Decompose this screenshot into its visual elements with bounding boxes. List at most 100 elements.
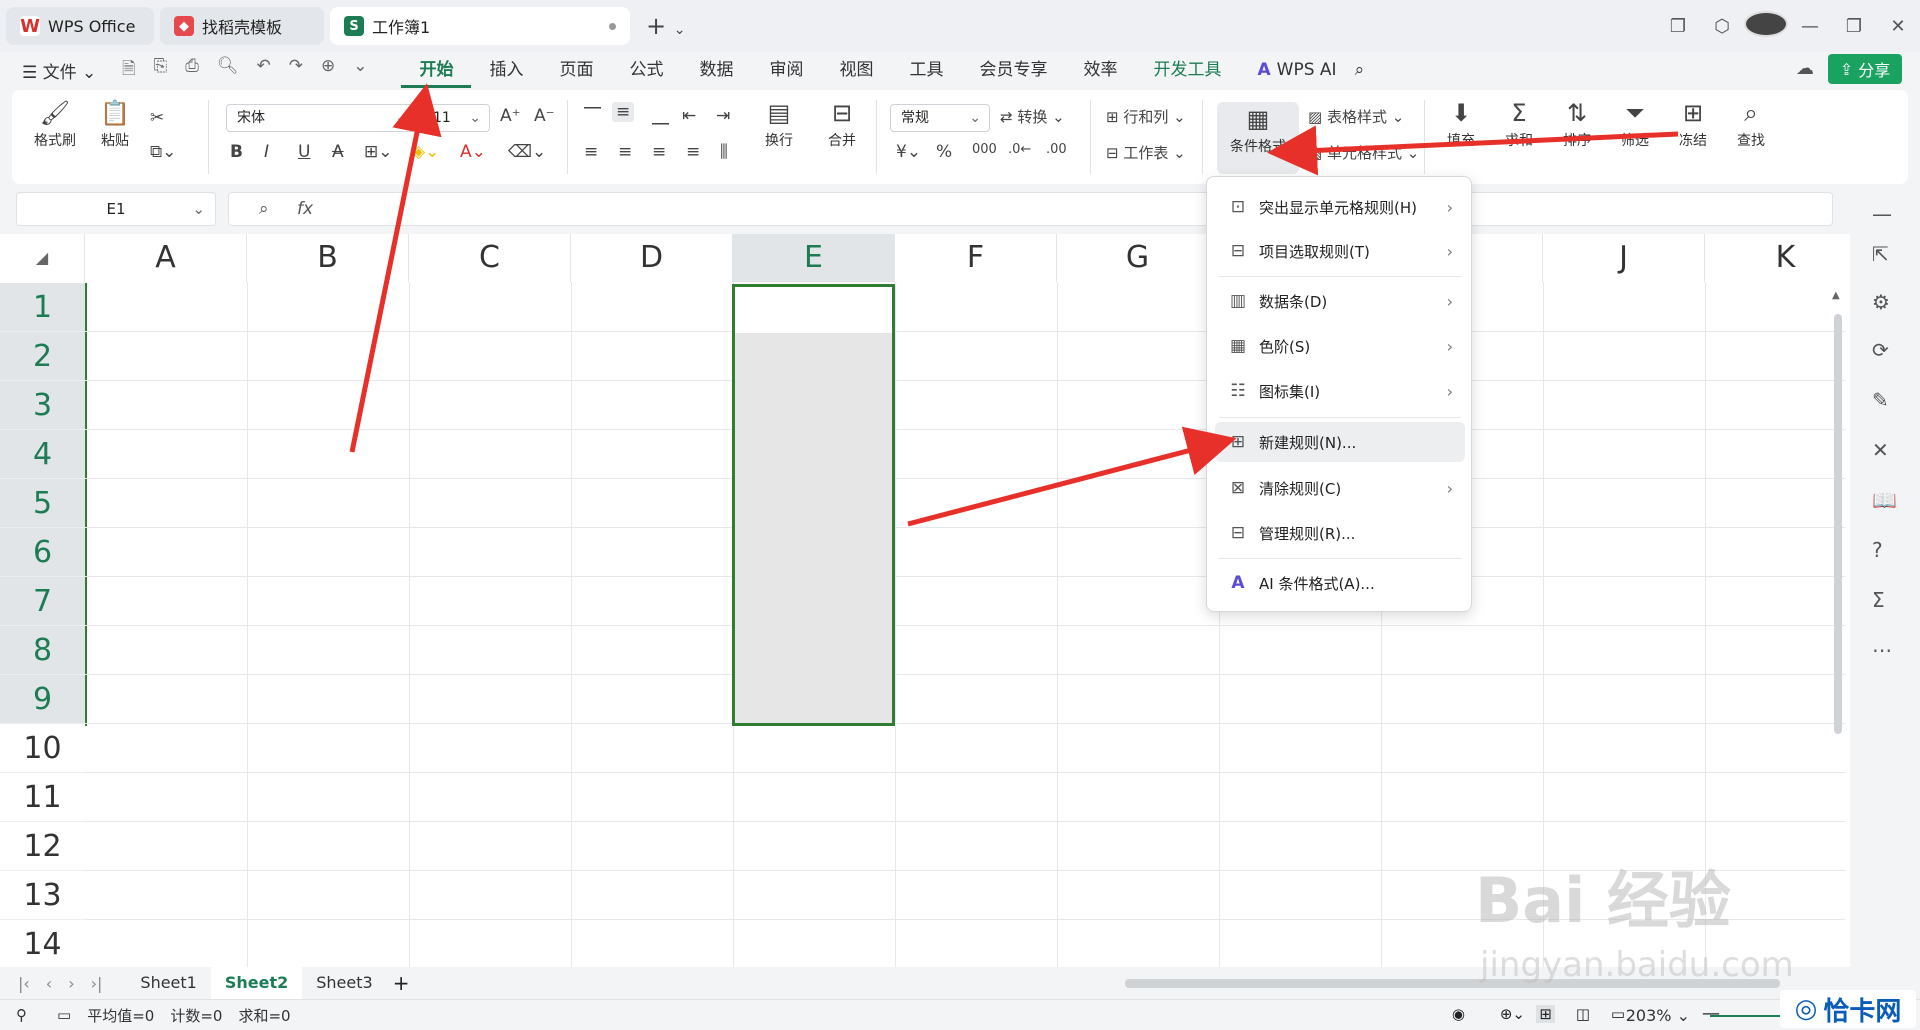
conditional-format-button[interactable]: ▦ 条件格式	[1217, 102, 1299, 174]
sheet-tab-2[interactable]: Sheet2	[210, 967, 303, 999]
ai-helper-icon[interactable]: ✎	[1872, 388, 1889, 412]
menu-view[interactable]: 视图	[821, 52, 891, 88]
vertical-scrollbar[interactable]: ▲ ▼	[1832, 284, 1844, 964]
decimal-decrease-icon[interactable]: .00	[1046, 142, 1067, 157]
bold-icon[interactable]: B	[230, 142, 243, 162]
add-sheet-button[interactable]: +	[393, 971, 410, 995]
macro-icon[interactable]: ⚲	[16, 1006, 27, 1024]
avatar[interactable]	[1744, 10, 1788, 42]
align-middle-icon[interactable]: ≡	[612, 102, 635, 122]
print-icon[interactable]: ⎙	[185, 56, 199, 85]
menu-item-new-rule[interactable]: ⊞ 新建规则(N)...	[1215, 422, 1465, 462]
justify-icon[interactable]: ≡	[686, 142, 700, 162]
export-icon[interactable]: ⎘	[154, 56, 168, 85]
menu-formula[interactable]: 公式	[611, 52, 681, 88]
align-top-icon[interactable]: ⎺	[584, 106, 601, 126]
row-header-selected[interactable]: 2	[0, 332, 85, 381]
border-icon[interactable]: ⊞⌄	[364, 142, 393, 162]
tab-wps-office[interactable]: W WPS Office	[6, 7, 154, 45]
menu-item-top-bottom[interactable]: ⊟ 项目选取规则(T) ›	[1215, 231, 1465, 271]
row-header-selected[interactable]: 7	[0, 577, 85, 626]
name-box[interactable]: E1 ⌄	[16, 192, 216, 226]
currency-icon[interactable]: ¥⌄	[896, 142, 921, 162]
active-cell-e1[interactable]	[735, 287, 892, 333]
menu-review[interactable]: 审阅	[751, 52, 821, 88]
column-header[interactable]: F	[895, 234, 1057, 282]
align-bottom-icon[interactable]: ⎽	[652, 106, 669, 126]
column-header[interactable]: K	[1705, 234, 1850, 282]
align-right-icon[interactable]: ≡	[652, 142, 666, 162]
font-size-select[interactable]: 11 ⌄	[422, 104, 490, 132]
sum-button[interactable]: Σ 求和	[1494, 96, 1544, 150]
sheet-view-icon[interactable]: ▭	[57, 1006, 71, 1024]
next-sheet-icon[interactable]: ›	[68, 974, 74, 993]
zoom-level[interactable]: 203% ⌄	[1626, 1006, 1690, 1025]
tab-docer[interactable]: ◆ 找稻壳模板	[160, 7, 324, 45]
row-header-selected[interactable]: 6	[0, 528, 85, 577]
formula-bar[interactable]: ⌕ fx	[228, 192, 1833, 226]
wps-ai-button[interactable]: A WPS AI ⌕	[1257, 60, 1364, 80]
search-icon[interactable]: ⌕	[1355, 60, 1365, 80]
menu-item-highlight-cells[interactable]: ⊡ 突出显示单元格规则(H) ›	[1215, 187, 1465, 227]
cube-icon[interactable]: ⬡	[1700, 16, 1744, 37]
row-header[interactable]: 12	[0, 822, 85, 871]
zoom-formula-icon[interactable]: ⌕	[259, 199, 269, 219]
save-icon[interactable]: 🗎	[122, 56, 136, 85]
menu-insert[interactable]: 插入	[471, 52, 541, 88]
eye-protect-icon[interactable]: ◉	[1452, 1005, 1465, 1023]
scroll-up-icon[interactable]: ▲	[1832, 290, 1840, 301]
row-header-selected[interactable]: 3	[0, 381, 85, 430]
column-header[interactable]: C	[409, 234, 571, 282]
font-grow-icon[interactable]: A⁺	[500, 106, 521, 126]
convert-button[interactable]: ⇄ 转换 ⌄	[1000, 106, 1065, 127]
prev-sheet-icon[interactable]: ‹	[46, 974, 52, 993]
redo-icon[interactable]: ↷	[289, 56, 303, 85]
select-pointer-icon[interactable]: ⇱	[1872, 242, 1889, 266]
indent-decrease-icon[interactable]: ⇤	[682, 106, 696, 126]
row-header[interactable]: 11	[0, 773, 85, 822]
align-center-icon[interactable]: ≡	[618, 142, 632, 162]
align-left-icon[interactable]: ≡	[584, 142, 598, 162]
cell-style-button[interactable]: ▧ 单元格样式 ⌄	[1308, 142, 1419, 163]
menu-tools[interactable]: 工具	[891, 52, 961, 88]
percent-icon[interactable]: %	[936, 142, 952, 162]
freeze-button[interactable]: ⊞ 冻结	[1668, 96, 1718, 150]
normal-view-icon[interactable]: ⊞	[1536, 1005, 1555, 1023]
worksheet-button[interactable]: ⊟ 工作表 ⌄	[1106, 142, 1186, 163]
zoom-out-icon[interactable]: —	[1702, 1003, 1720, 1024]
first-sheet-icon[interactable]: |‹	[18, 974, 30, 993]
column-header[interactable]: A	[85, 234, 247, 282]
undo-icon[interactable]: ↶	[256, 56, 270, 85]
transform-icon[interactable]: ⟳	[1872, 338, 1889, 362]
filter-button[interactable]: ⏷ 筛选	[1610, 96, 1660, 150]
menu-developer[interactable]: 开发工具	[1135, 52, 1239, 88]
decimal-increase-icon[interactable]: .0←	[1008, 142, 1031, 157]
italic-icon[interactable]: I	[264, 142, 269, 162]
row-header-selected[interactable]: 8	[0, 626, 85, 675]
row-header-selected[interactable]: 1	[0, 283, 85, 332]
copy-icon[interactable]: ⧉⌄	[150, 142, 176, 162]
cloud-sync-icon[interactable]: ☁	[1796, 58, 1814, 79]
menu-member[interactable]: 会员专享	[961, 52, 1065, 88]
tools-icon[interactable]: ✕	[1872, 438, 1889, 462]
number-format-select[interactable]: 常规 ⌄	[890, 104, 990, 132]
vertical-scroll-thumb[interactable]	[1834, 314, 1842, 734]
sheet-tab-3[interactable]: Sheet3	[302, 967, 386, 999]
underline-icon[interactable]: U	[298, 142, 310, 162]
indent-increase-icon[interactable]: ⇥	[716, 106, 730, 126]
page-view-icon[interactable]: ◫	[1576, 1005, 1590, 1023]
menu-item-icon-sets[interactable]: ☷ 图标集(I) ›	[1215, 371, 1465, 411]
column-header-selected[interactable]: E	[733, 234, 895, 282]
share-button[interactable]: ⇪ 分享	[1828, 54, 1902, 84]
merge-button[interactable]: ⊟ 合并	[812, 96, 872, 150]
menu-efficiency[interactable]: 效率	[1065, 52, 1135, 88]
close-button[interactable]: ✕	[1876, 16, 1920, 37]
font-name-select[interactable]: 宋体 ⌄	[226, 104, 416, 132]
format-painter-button[interactable]: 🖌 格式刷	[30, 96, 80, 150]
collapse-panel-icon[interactable]: —	[1872, 202, 1892, 226]
row-header[interactable]: 14	[0, 920, 85, 967]
font-color-icon[interactable]: A⌄	[460, 142, 486, 162]
maximize-button[interactable]: ❐	[1832, 16, 1876, 37]
strikethrough-icon[interactable]: A	[332, 142, 344, 162]
selected-range-e1-e9[interactable]	[732, 284, 895, 726]
